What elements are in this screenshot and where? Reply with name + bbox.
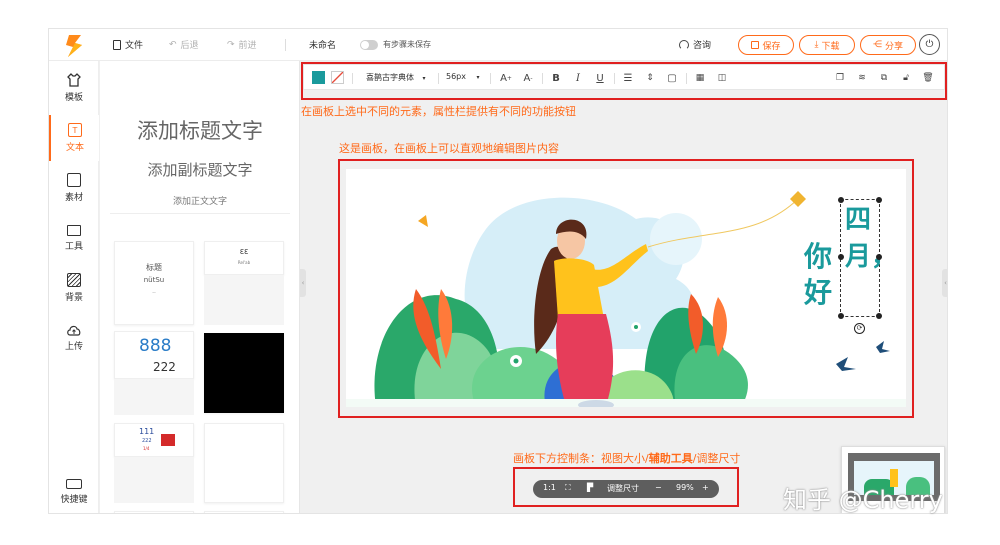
red-stamp-icon [161,434,175,446]
autosave-status: 有步骤未保存 [383,40,431,49]
shortcuts-button[interactable]: 快捷键 [49,469,99,513]
guide-tool-icon[interactable]: ▛ [587,483,593,492]
artboard-annotation: 这是画板，在画板上可以直观地编辑图片内容 [339,142,559,155]
text-icon: T [68,123,82,137]
shirt-icon [67,73,81,87]
artboard[interactable]: 你好 四月， ⟳ [346,169,906,407]
rotate-handle-icon[interactable]: ⟳ [854,323,865,334]
side-text[interactable]: 你好 [804,239,836,311]
zoom-out-button[interactable]: − [655,483,662,492]
zoom-control-bar: 1:1 ⛶ ▛ 调整尺寸 − 99% + [533,480,719,498]
download-button[interactable]: ⤓ 下载 [799,35,855,55]
resize-handle[interactable] [838,254,844,260]
power-icon[interactable]: ⏻ [919,34,940,55]
divider [110,213,290,214]
nav-item-materials[interactable]: 素材 [49,165,99,211]
download-icon: ⤓ [814,40,819,50]
text-template-card[interactable] [204,423,284,503]
save-icon [751,41,760,49]
editor-window: 文件 ↶ 后退 ↷ 前进 未命名 有步骤未保存 咨询 保存 ⤓ 下载 ⋲ 分享 … [48,28,948,514]
share-button[interactable]: ⋲ 分享 [860,35,916,55]
redo-icon: ↷ [227,39,235,50]
controls-annotation: 画板下方控制条：视图大小/辅助工具/调整尺寸 [513,452,741,465]
consult-button[interactable]: 咨询 [679,38,711,51]
background-icon [67,273,81,287]
template-placeholder [114,379,194,415]
headset-icon [679,39,689,50]
fit-screen-icon[interactable]: ⛶ [565,483,571,493]
keyboard-icon [66,479,82,489]
add-subtitle-text[interactable]: 添加副标题文字 [100,159,299,180]
file-icon [113,39,121,50]
nav-item-templates[interactable]: 模板 [49,65,99,111]
resize-handle[interactable] [876,254,882,260]
resize-handle[interactable] [876,313,882,319]
add-title-text[interactable]: 添加标题文字 [100,115,299,145]
nav-item-text[interactable]: T 文本 [49,115,99,161]
text-template-card[interactable] [114,511,194,513]
undo-icon: ↶ [169,39,177,50]
collapse-right-handle[interactable]: ‹ [942,269,947,297]
template-placeholder [204,275,284,325]
nav-item-upload[interactable]: 上传 [49,315,99,361]
nav-item-background[interactable]: 背景 [49,265,99,311]
toolbar-highlight [301,62,947,100]
zoom-in-button[interactable]: + [702,483,709,492]
nav-item-tools[interactable]: 工具 [49,215,99,261]
text-template-card[interactable] [204,511,284,513]
save-button[interactable]: 保存 [738,35,794,55]
file-menu[interactable]: 文件 [113,38,143,51]
collapse-panel-handle[interactable]: ‹ [300,269,306,297]
divider [285,39,286,51]
watermark: 知乎 @Cherry [783,486,943,514]
toolbox-icon [67,224,81,236]
resize-handle[interactable] [838,313,844,319]
text-template-card[interactable]: 111 222 1/4 [114,423,194,457]
top-bar: 文件 ↶ 后退 ↷ 前进 未命名 有步骤未保存 咨询 保存 ⤓ 下载 ⋲ 分享 … [49,29,947,61]
share-icon: ⋲ [872,40,882,50]
undo-button[interactable]: ↶ 后退 [169,38,199,52]
image-icon [67,173,81,187]
resize-button[interactable]: 调整尺寸 [607,483,639,494]
add-body-text[interactable]: 添加正文文字 [100,194,299,207]
text-template-card[interactable] [204,333,284,413]
text-template-card[interactable]: 标题 nütSu ·· [114,241,194,325]
selected-vertical-text[interactable]: 四月， [838,197,897,319]
fit-ratio-button[interactable]: 1:1 [543,483,556,492]
resize-handle[interactable] [838,197,844,203]
template-placeholder [114,457,194,503]
redo-button[interactable]: ↷ 前进 [227,38,257,52]
toolbar-annotation: 在画板上选中不同的元素，属性栏提供有不同的功能按钮 [301,105,576,118]
upload-cloud-icon [67,325,81,336]
left-nav: 模板 T 文本 素材 工具 背景 上传 快捷键 [49,61,99,513]
text-template-card[interactable]: ƐƐ Rel'ab [204,241,284,275]
app-logo-icon [66,35,82,57]
text-template-card[interactable]: 888 222 [114,331,194,379]
text-panel: 添加标题文字 添加副标题文字 添加正文文字 标题 nütSu ·· ƐƐ Rel… [100,61,300,513]
document-name[interactable]: 未命名 [309,38,336,51]
autosave-toggle[interactable] [360,40,378,50]
zoom-level[interactable]: 99% [676,483,694,492]
resize-handle[interactable] [876,197,882,203]
